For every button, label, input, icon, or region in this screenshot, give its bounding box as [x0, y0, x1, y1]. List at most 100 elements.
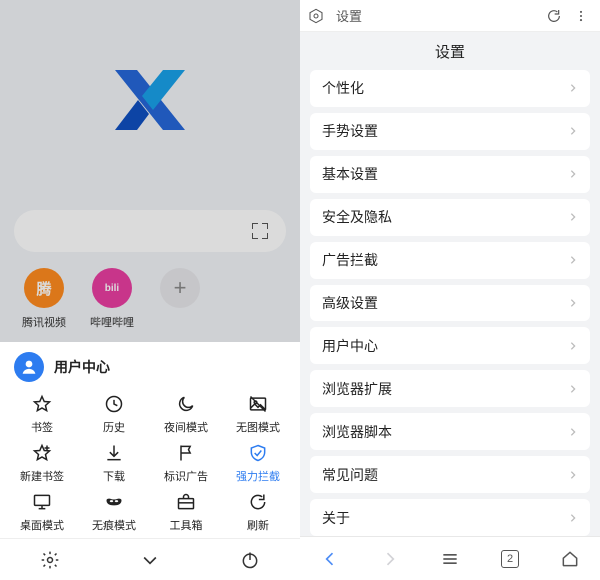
settings-row[interactable]: 基本设置 — [310, 156, 590, 193]
settings-button[interactable] — [0, 539, 100, 580]
download-icon — [103, 442, 125, 464]
chevron-right-icon — [568, 469, 578, 481]
speed-dial[interactable]: 腾 腾讯视频 — [20, 268, 68, 330]
menu-item-history[interactable]: 历史 — [78, 390, 150, 439]
settings-row-label: 浏览器扩展 — [322, 379, 392, 399]
settings-row[interactable]: 高级设置 — [310, 285, 590, 322]
user-center-header[interactable]: 用户中心 — [0, 342, 300, 388]
site-chip-icon — [308, 8, 330, 24]
chevron-right-icon — [568, 168, 578, 180]
menu-item-mask[interactable]: 无痕模式 — [78, 487, 150, 536]
menu-item-label: 桌面模式 — [20, 517, 64, 533]
settings-row[interactable]: 浏览器扩展 — [310, 370, 590, 407]
x-logo-icon — [115, 70, 185, 130]
nav-tabs[interactable]: 2 — [480, 537, 540, 580]
menu-item-download[interactable]: 下载 — [78, 439, 150, 488]
reload-icon — [247, 491, 269, 513]
menu-item-toolbox[interactable]: 工具箱 — [150, 487, 222, 536]
settings-row-label: 关于 — [322, 508, 350, 528]
history-icon — [103, 393, 125, 415]
menu-item-reload[interactable]: 刷新 — [222, 487, 294, 536]
nav-forward[interactable] — [360, 537, 420, 580]
settings-list: 个性化手势设置基本设置安全及隐私广告拦截高级设置用户中心浏览器扩展浏览器脚本常见… — [300, 70, 600, 536]
settings-row[interactable]: 常见问题 — [310, 456, 590, 493]
settings-row[interactable]: 关于 — [310, 499, 590, 536]
settings-row-label: 高级设置 — [322, 293, 378, 313]
avatar-icon — [14, 352, 44, 382]
menu-item-label: 标识广告 — [164, 468, 208, 484]
sheet-bottom-bar — [0, 538, 300, 580]
address-text: 设置 — [336, 6, 540, 25]
menu-item-label: 工具箱 — [170, 517, 203, 533]
speed-dial-icon: 腾 — [24, 268, 64, 308]
nav-menu[interactable] — [420, 537, 480, 580]
address-bar[interactable]: 设置 — [300, 0, 600, 32]
settings-row[interactable]: 手势设置 — [310, 113, 590, 150]
menu-item-label: 无图模式 — [236, 419, 280, 435]
menu-item-flag[interactable]: 标识广告 — [150, 439, 222, 488]
right-panel: 设置 设置 个性化手势设置基本设置安全及隐私广告拦截高级设置用户中心浏览器扩展浏… — [300, 0, 600, 580]
menu-item-label: 书签 — [31, 419, 53, 435]
speed-dial-icon: bili — [92, 268, 132, 308]
settings-row[interactable]: 安全及隐私 — [310, 199, 590, 236]
search-bar[interactable] — [14, 210, 286, 252]
menu-item-label: 无痕模式 — [92, 517, 136, 533]
mask-icon — [103, 491, 125, 513]
speed-dial-row: 腾 腾讯视频 bili 哔哩哔哩 + — [0, 252, 300, 346]
menu-item-label: 下载 — [103, 468, 125, 484]
menu-item-label: 新建书签 — [20, 468, 64, 484]
nav-back[interactable] — [300, 537, 360, 580]
menu-item-label: 强力拦截 — [236, 468, 280, 484]
chevron-right-icon — [568, 426, 578, 438]
menu-item-desktop[interactable]: 桌面模式 — [6, 487, 78, 536]
chevron-right-icon — [568, 211, 578, 223]
tab-count-badge: 2 — [501, 550, 519, 568]
chevron-right-icon — [568, 254, 578, 266]
settings-row[interactable]: 广告拦截 — [310, 242, 590, 279]
menu-item-moon[interactable]: 夜间模式 — [150, 390, 222, 439]
settings-row[interactable]: 用户中心 — [310, 327, 590, 364]
left-panel: 腾 腾讯视频 bili 哔哩哔哩 + 用户中心 书签 历史 夜间模式 无图模式新建书签… — [0, 0, 300, 580]
settings-row-label: 用户中心 — [322, 336, 378, 356]
star-icon — [31, 393, 53, 415]
menu-grid: 书签 历史 夜间模式 无图模式新建书签 下载 标识广告 强力拦截桌面模式 无痕模式 工具箱 刷新 — [0, 388, 300, 538]
noimg-icon — [247, 393, 269, 415]
menu-item-shield[interactable]: 强力拦截 — [222, 439, 294, 488]
plus-icon: + — [160, 268, 200, 308]
logo-area — [0, 0, 300, 200]
menu-item-star[interactable]: 书签 — [6, 390, 78, 439]
settings-row-label: 浏览器脚本 — [322, 422, 392, 442]
speed-dial-label: 腾讯视频 — [22, 314, 66, 330]
menu-item-noimg[interactable]: 无图模式 — [222, 390, 294, 439]
speed-dial[interactable]: bili 哔哩哔哩 — [88, 268, 136, 330]
reload-icon[interactable] — [546, 8, 568, 24]
settings-row-label: 常见问题 — [322, 465, 378, 485]
settings-row-label: 安全及隐私 — [322, 207, 392, 227]
shield-icon — [247, 442, 269, 464]
speed-dial-add[interactable]: + — [156, 268, 204, 330]
more-icon[interactable] — [574, 9, 592, 23]
menu-item-label: 刷新 — [247, 517, 269, 533]
menu-item-label: 历史 — [103, 419, 125, 435]
chevron-right-icon — [568, 383, 578, 395]
menu-item-label: 夜间模式 — [164, 419, 208, 435]
star-plus-icon — [31, 442, 53, 464]
settings-row[interactable]: 浏览器脚本 — [310, 413, 590, 450]
settings-row-label: 个性化 — [322, 78, 364, 98]
scan-icon[interactable] — [252, 223, 268, 239]
user-center-title: 用户中心 — [54, 357, 110, 377]
desktop-icon — [31, 491, 53, 513]
page-title: 设置 — [300, 32, 600, 70]
chevron-right-icon — [568, 82, 578, 94]
flag-icon — [175, 442, 197, 464]
chevron-right-icon — [568, 125, 578, 137]
settings-row-label: 基本设置 — [322, 164, 378, 184]
exit-button[interactable] — [200, 539, 300, 580]
nav-home[interactable] — [540, 537, 600, 580]
settings-row[interactable]: 个性化 — [310, 70, 590, 107]
chevron-right-icon — [568, 297, 578, 309]
settings-row-label: 手势设置 — [322, 121, 378, 141]
collapse-button[interactable] — [100, 539, 200, 580]
speed-dial-label: 哔哩哔哩 — [90, 314, 134, 330]
menu-item-star-plus[interactable]: 新建书签 — [6, 439, 78, 488]
